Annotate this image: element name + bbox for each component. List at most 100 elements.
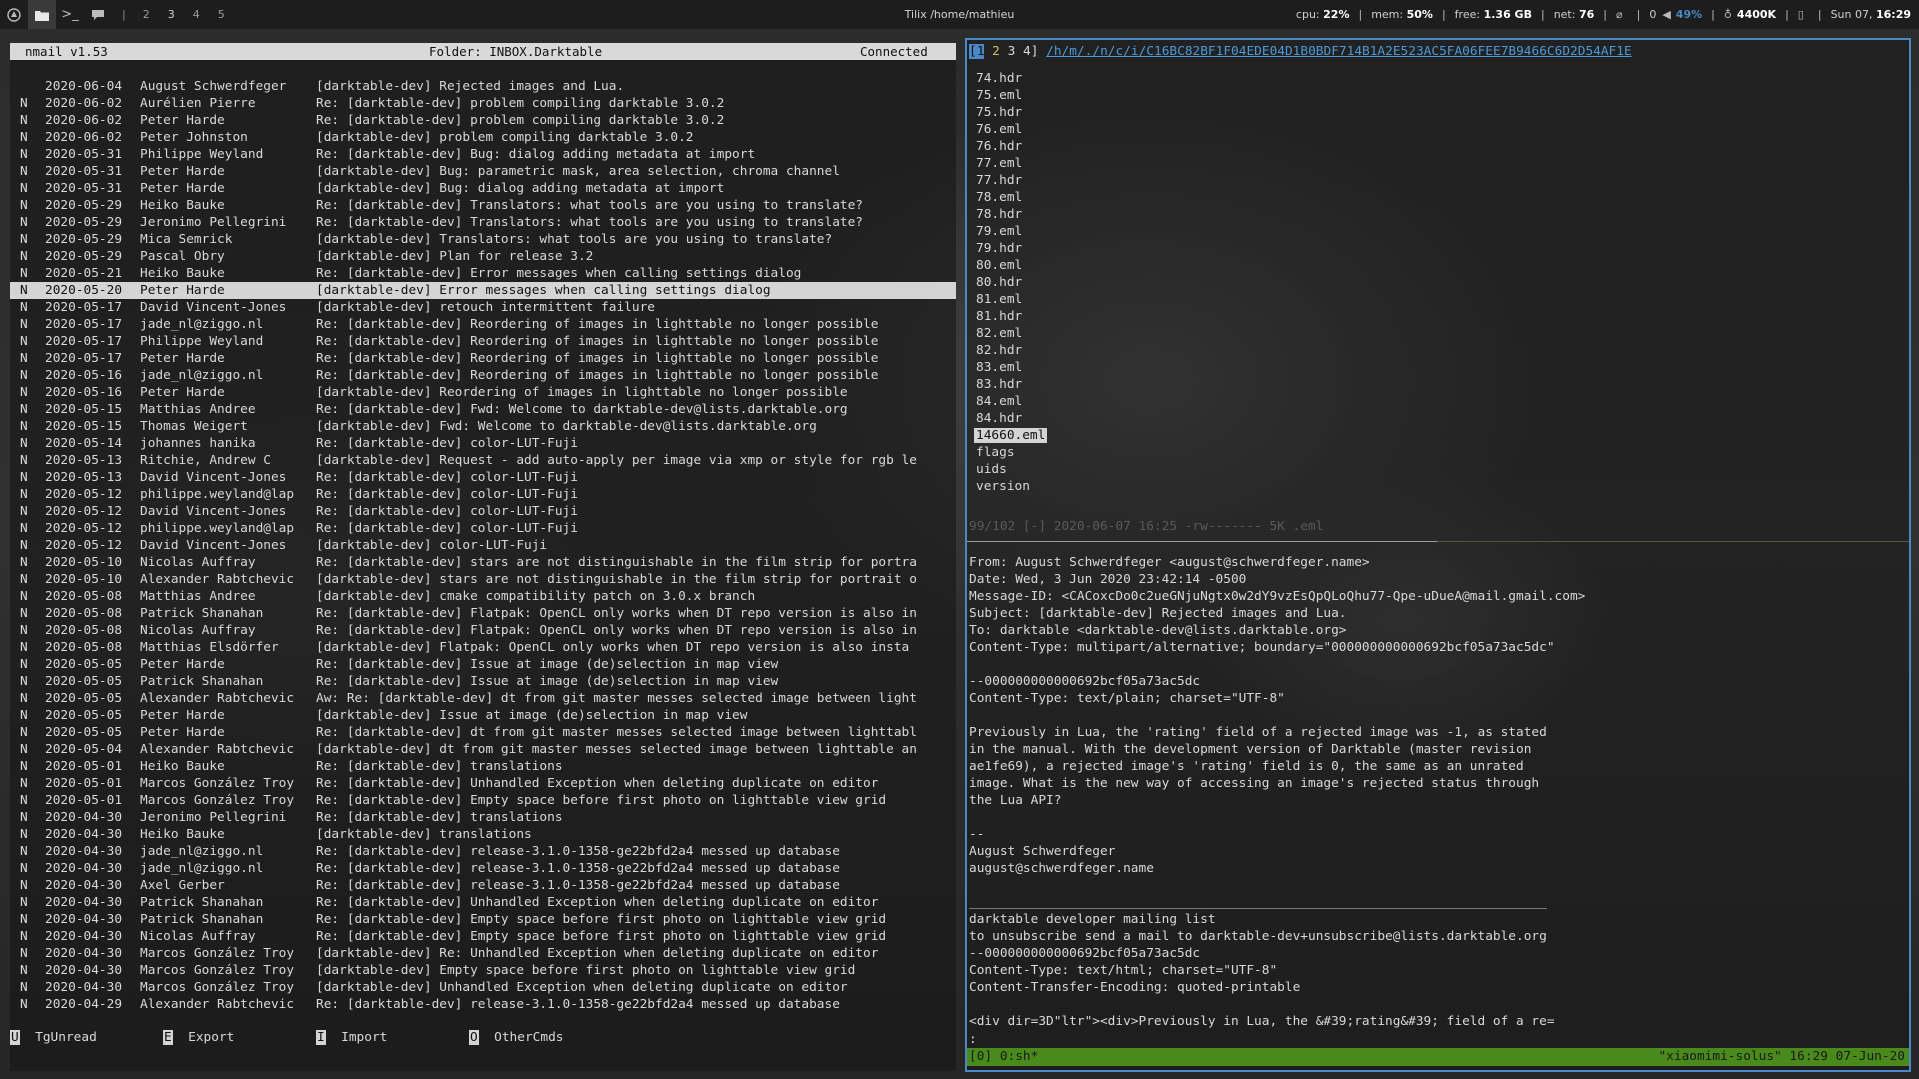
- tab-1[interactable]: 1: [976, 44, 985, 59]
- file-entry[interactable]: 78.hdr: [976, 206, 1047, 223]
- message-row[interactable]: N 2020-04-30 Jeronimo Pellegrini Re: [darkt…: [10, 809, 956, 826]
- file-entry[interactable]: 83.eml: [976, 359, 1047, 376]
- file-entry[interactable]: uids: [976, 461, 1047, 478]
- message-row[interactable]: N 2020-04-30 Marcos González Troy [darktabl…: [10, 979, 956, 996]
- message-row[interactable]: N 2020-05-10 Nicolas Auffray Re: [darktable…: [10, 554, 956, 571]
- message-row[interactable]: N 2020-05-08 Matthias Andree [darktable-dev…: [10, 588, 956, 605]
- message-row[interactable]: N 2020-05-29 Mica Semrick [darktable-dev] T…: [10, 231, 956, 248]
- message-row[interactable]: N 2020-05-01 Marcos González Troy Re: [dark…: [10, 775, 956, 792]
- message-row[interactable]: N 2020-04-30 Heiko Bauke [darktable-dev] tr…: [10, 826, 956, 843]
- file-entry[interactable]: 76.eml: [976, 121, 1047, 138]
- message-row[interactable]: N 2020-04-30 Nicolas Auffray Re: [darktable…: [10, 928, 956, 945]
- message-row[interactable]: N 2020-06-02 Peter Johnston [darktable-dev]…: [10, 129, 956, 146]
- tmux-window[interactable]: [0] 0:sh*: [969, 1048, 1038, 1066]
- battery-icon[interactable]: ▯: [1798, 8, 1804, 21]
- file-entry[interactable]: 83.hdr: [976, 376, 1047, 393]
- terminal-icon[interactable]: >_: [56, 0, 84, 29]
- message-row[interactable]: N 2020-05-12 David Vincent-Jones [darktable…: [10, 537, 956, 554]
- message-row[interactable]: N 2020-05-01 Marcos González Troy Re: [dark…: [10, 792, 956, 809]
- message-row[interactable]: N 2020-05-05 Peter Harde [darktable-dev] Is…: [10, 707, 956, 724]
- workspace-4[interactable]: 4: [193, 8, 200, 21]
- file-entry[interactable]: 82.eml: [976, 325, 1047, 342]
- file-entry[interactable]: 77.eml: [976, 155, 1047, 172]
- message-row[interactable]: N 2020-05-31 Philippe Weyland Re: [darktabl…: [10, 146, 956, 163]
- workspace-2[interactable]: 2: [143, 8, 150, 21]
- terminal-pane[interactable]: [1 2 3 4] /h/m/./n/c/i/C16BC82BF1F04EDE0…: [965, 38, 1911, 1072]
- file-entry[interactable]: 74.hdr: [976, 70, 1047, 87]
- message-row[interactable]: N 2020-05-29 Heiko Bauke Re: [darktable-dev…: [10, 197, 956, 214]
- file-entry[interactable]: 75.eml: [976, 87, 1047, 104]
- tab-2[interactable]: 2: [992, 44, 1000, 59]
- message-row[interactable]: N 2020-05-16 jade_nl@ziggo.nl Re: [darktabl…: [10, 367, 956, 384]
- message-row[interactable]: N 2020-04-30 Patrick Shanahan Re: [darktabl…: [10, 894, 956, 911]
- message-row[interactable]: N 2020-05-12 philippe.weyland@lap Re: [dark…: [10, 520, 956, 537]
- message-row[interactable]: N 2020-05-21 Heiko Bauke Re: [darktable-dev…: [10, 265, 956, 282]
- message-row[interactable]: N 2020-05-05 Peter Harde Re: [darktable-dev…: [10, 724, 956, 741]
- file-entry[interactable]: 84.eml: [976, 393, 1047, 410]
- message-row[interactable]: N 2020-05-10 Alexander Rabtchevic [darktabl…: [10, 571, 956, 588]
- message-row[interactable]: N 2020-05-29 Jeronimo Pellegrini Re: [darkt…: [10, 214, 956, 231]
- message-row[interactable]: N 2020-04-30 Axel Gerber Re: [darktable-dev…: [10, 877, 956, 894]
- file-list[interactable]: 74.hdr 75.eml 75.hdr 76.eml 76.hdr 77.eml 77.h…: [974, 70, 1048, 495]
- file-entry[interactable]: 80.eml: [976, 257, 1047, 274]
- file-entry[interactable]: 77.hdr: [976, 172, 1047, 189]
- message-row[interactable]: N 2020-05-08 Nicolas Auffray Re: [darktable…: [10, 622, 956, 639]
- pane-divider[interactable]: [967, 541, 1909, 542]
- message-row[interactable]: N 2020-05-17 David Vincent-Jones [darktable…: [10, 299, 956, 316]
- message-row[interactable]: N 2020-05-05 Patrick Shanahan Re: [darktabl…: [10, 673, 956, 690]
- message-row[interactable]: N 2020-05-05 Peter Harde Re: [darktable-dev…: [10, 656, 956, 673]
- message-row[interactable]: N 2020-06-02 Peter Harde Re: [darktable-dev…: [10, 112, 956, 129]
- toggle-unread-command[interactable]: U TgUnread: [10, 1029, 97, 1047]
- message-row[interactable]: N 2020-05-12 David Vincent-Jones Re: [darkt…: [10, 503, 956, 520]
- folder-icon[interactable]: [28, 0, 56, 29]
- message-row[interactable]: N 2020-05-31 Peter Harde [darktable-dev] Bu…: [10, 180, 956, 197]
- file-entry[interactable]: 80.hdr: [976, 274, 1047, 291]
- export-command[interactable]: E Export: [163, 1029, 234, 1047]
- message-row[interactable]: N 2020-05-04 Alexander Rabtchevic [darktabl…: [10, 741, 956, 758]
- chat-icon[interactable]: [84, 0, 112, 29]
- message-row[interactable]: N 2020-06-02 Aurélien Pierre Re: [darktable…: [10, 95, 956, 112]
- message-row[interactable]: N 2020-04-30 jade_nl@ziggo.nl Re: [darktabl…: [10, 843, 956, 860]
- message-row[interactable]: N 2020-05-01 Heiko Bauke Re: [darktable-dev…: [10, 758, 956, 775]
- command-prompt[interactable]: :: [969, 1031, 977, 1048]
- message-row[interactable]: N 2020-05-31 Peter Harde [darktable-dev] Bu…: [10, 163, 956, 180]
- file-entry[interactable]: 81.eml: [976, 291, 1047, 308]
- message-row[interactable]: N 2020-05-20 Peter Harde [darktable-dev] Er…: [10, 282, 956, 299]
- workspace-5[interactable]: 5: [218, 8, 225, 21]
- message-row[interactable]: N 2020-05-08 Matthias Elsdörfer [darktable-…: [10, 639, 956, 656]
- nmail-pane[interactable]: nmail v1.53 Folder: INBOX.Darktable Conn…: [10, 43, 956, 1071]
- volume-icon[interactable]: ◀: [1662, 8, 1670, 21]
- message-row[interactable]: N 2020-05-15 Matthias Andree Re: [darktable…: [10, 401, 956, 418]
- message-row[interactable]: N 2020-04-30 Marcos González Troy [darktabl…: [10, 962, 956, 979]
- file-entry[interactable]: 76.hdr: [976, 138, 1047, 155]
- import-command[interactable]: I Import: [316, 1029, 387, 1047]
- message-row[interactable]: N 2020-05-17 Peter Harde Re: [darktable-dev…: [10, 350, 956, 367]
- message-row[interactable]: N 2020-04-30 Patrick Shanahan Re: [darktabl…: [10, 911, 956, 928]
- message-row[interactable]: N 2020-04-29 Alexander Rabtchevic Re: [dark…: [10, 996, 956, 1013]
- wifi-off-icon[interactable]: ⌀: [1616, 8, 1623, 21]
- message-row[interactable]: N 2020-05-17 Philippe Weyland Re: [darktabl…: [10, 333, 956, 350]
- file-entry[interactable]: 75.hdr: [976, 104, 1047, 121]
- message-row[interactable]: N 2020-05-05 Alexander Rabtchevic Aw: Re: […: [10, 690, 956, 707]
- message-list[interactable]: 2020-06-04 August Schwerdfeger [darktable-…: [10, 78, 956, 1013]
- message-row[interactable]: N 2020-04-30 Marcos González Troy [darktabl…: [10, 945, 956, 962]
- message-row[interactable]: N 2020-05-17 jade_nl@ziggo.nl Re: [darktabl…: [10, 316, 956, 333]
- message-row[interactable]: N 2020-05-08 Patrick Shanahan Re: [darktabl…: [10, 605, 956, 622]
- message-row[interactable]: N 2020-05-16 Peter Harde [darktable-dev] Re…: [10, 384, 956, 401]
- message-row[interactable]: N 2020-05-12 philippe.weyland@lap Re: [dark…: [10, 486, 956, 503]
- file-entry[interactable]: 79.eml: [976, 223, 1047, 240]
- message-row[interactable]: N 2020-05-15 Thomas Weigert [darktable-dev]…: [10, 418, 956, 435]
- workspace-3[interactable]: 3: [168, 8, 175, 21]
- message-row[interactable]: N 2020-05-13 David Vincent-Jones Re: [darkt…: [10, 469, 956, 486]
- file-entry[interactable]: 84.hdr: [976, 410, 1047, 427]
- other-commands[interactable]: O OtherCmds: [469, 1029, 563, 1047]
- file-entry[interactable]: 14660.eml: [974, 427, 1048, 444]
- message-row[interactable]: N 2020-05-29 Pascal Obry [darktable-dev] Pl…: [10, 248, 956, 265]
- file-entry[interactable]: 82.hdr: [976, 342, 1047, 359]
- distro-logo-icon[interactable]: [0, 0, 28, 29]
- message-row[interactable]: N 2020-04-30 jade_nl@ziggo.nl Re: [darktabl…: [10, 860, 956, 877]
- message-row[interactable]: 2020-06-04 August Schwerdfeger [darktable-…: [10, 78, 956, 95]
- file-entry[interactable]: version: [976, 478, 1047, 495]
- message-row[interactable]: N 2020-05-13 Ritchie, Andrew C [darktable-d…: [10, 452, 956, 469]
- file-entry[interactable]: 79.hdr: [976, 240, 1047, 257]
